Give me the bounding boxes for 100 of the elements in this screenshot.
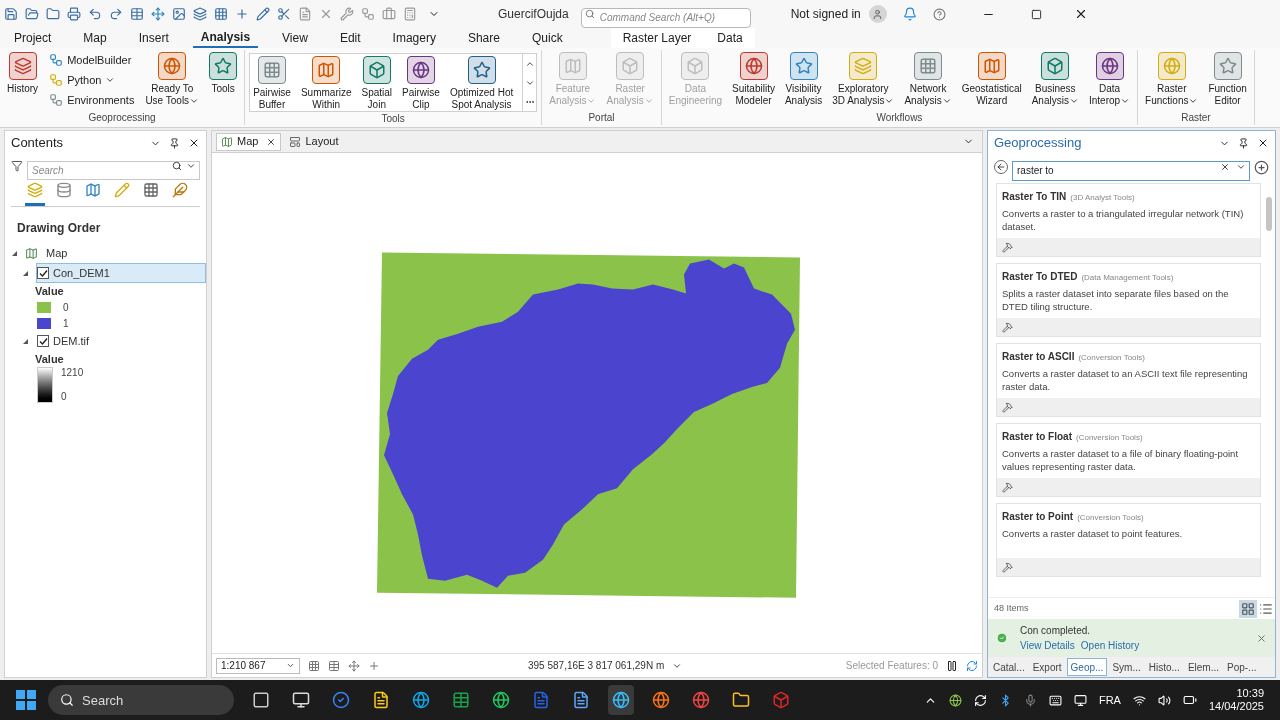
search-field[interactable]: Search — [27, 160, 200, 180]
quick-access-icon[interactable] — [151, 7, 165, 21]
ribbon-tab[interactable]: View — [274, 28, 316, 48]
quick-access-icon[interactable] — [88, 7, 102, 21]
notification-link[interactable]: View Details — [1020, 638, 1075, 653]
taskbar-search-field[interactable]: Search — [48, 685, 234, 715]
input-language[interactable]: FRA — [1098, 691, 1121, 709]
ribbon-button[interactable]: Tools — [206, 50, 241, 95]
display-icon[interactable] — [1073, 693, 1087, 707]
quick-access-icon[interactable] — [403, 7, 417, 21]
close-tab-icon[interactable] — [266, 136, 277, 147]
quick-access-icon[interactable] — [361, 7, 375, 21]
pause-icon[interactable] — [946, 659, 958, 672]
quick-access-icon[interactable] — [319, 7, 333, 21]
volume-icon[interactable] — [1157, 693, 1171, 707]
tool-search-field[interactable]: raster to — [1012, 160, 1250, 181]
tray-app-icon[interactable] — [948, 693, 962, 707]
navigate-icon[interactable] — [348, 659, 360, 672]
ribbon-button[interactable]: Geostatistical Wizard — [958, 50, 1025, 107]
gallery-tool-button[interactable]: Summarize Within — [297, 54, 355, 111]
sync-icon[interactable] — [973, 693, 987, 707]
ribbon-button[interactable]: Raster Functions — [1142, 50, 1202, 107]
notification-link[interactable]: Open History — [1080, 638, 1140, 653]
ribbon-button[interactable]: Data Interop — [1085, 50, 1134, 107]
tool-result-card[interactable]: Raster To TIN (3D Analyst Tools) Converts a raster to a triangulated irregular network (TIN) dataset. — [996, 183, 1261, 257]
pane-tab[interactable]: Histo... — [1145, 658, 1183, 676]
pane-tab[interactable]: Geop... — [1066, 658, 1108, 676]
ribbon-button[interactable]: Network Analysis — [901, 50, 955, 107]
tree-item[interactable]: Map — [42, 244, 72, 262]
taskbar-app-icon[interactable] — [608, 685, 634, 715]
network-icon[interactable] — [1132, 693, 1146, 707]
layer-row[interactable]: Con_DEM1 — [36, 263, 206, 283]
grid-view-icon[interactable] — [1239, 599, 1257, 618]
grid-icon[interactable] — [308, 659, 320, 672]
table-icon[interactable] — [328, 659, 340, 672]
ribbon-button[interactable]: Business Analysis — [1028, 50, 1082, 107]
quick-access-icon[interactable] — [193, 7, 207, 21]
quick-access-icon[interactable] — [25, 7, 39, 21]
quick-access-icon[interactable] — [172, 7, 186, 21]
quick-access-icon[interactable] — [382, 7, 396, 21]
dismiss-icon[interactable] — [1256, 632, 1267, 644]
ribbon-button[interactable]: Ready To Use Tools — [142, 50, 203, 107]
ribbon-button[interactable]: Exploratory 3D Analysis — [829, 50, 898, 107]
layer-checkbox[interactable] — [37, 267, 49, 279]
ribbon-button[interactable]: Environments — [45, 90, 139, 110]
ribbon-tab[interactable]: Share — [459, 28, 508, 48]
ribbon-button[interactable]: Visibility Analysis — [781, 50, 826, 107]
quick-access-icon[interactable] — [46, 7, 60, 21]
pin-icon[interactable] — [169, 137, 180, 149]
help-icon[interactable] — [932, 7, 946, 21]
keyboard-icon[interactable] — [1048, 693, 1062, 707]
start-icon[interactable] — [16, 690, 36, 710]
layer-checkbox[interactable] — [37, 335, 49, 347]
add-icon[interactable] — [1254, 159, 1269, 175]
crosshair-icon[interactable] — [368, 659, 380, 672]
pane-tab[interactable]: Export — [1029, 658, 1065, 676]
ribbon-button[interactable]: Function Editor — [1205, 50, 1250, 107]
ribbon-tab[interactable]: Raster Layer — [618, 28, 696, 48]
ribbon-tab[interactable]: Data — [713, 28, 747, 48]
quick-access-icon[interactable] — [67, 7, 81, 21]
ribbon-tab[interactable]: Insert — [130, 28, 177, 48]
pane-tab[interactable]: Pop-... — [1224, 658, 1260, 676]
ribbon-tab[interactable]: Imagery — [384, 28, 444, 48]
quick-access-icon[interactable] — [214, 7, 228, 21]
clear-icon[interactable] — [1220, 162, 1230, 172]
quick-access-icon[interactable] — [4, 7, 18, 21]
pane-tab[interactable]: Elem... — [1184, 658, 1222, 676]
notification-icon[interactable] — [902, 7, 917, 21]
gallery-tool-button[interactable]: Optimized Hot Spot Analysis — [446, 54, 517, 111]
avatar-icon[interactable] — [868, 5, 887, 23]
ribbon-tab[interactable]: Quick — [523, 28, 571, 48]
battery-icon[interactable] — [1182, 693, 1197, 707]
tool-result-card[interactable]: Raster to ASCII (Conversion Tools) Converts a raster dataset to an ASCII text file representing raster data. — [996, 343, 1261, 417]
document-tab[interactable]: Layout — [285, 132, 343, 151]
ribbon-tab[interactable]: Project — [6, 28, 60, 48]
quick-access-icon[interactable] — [340, 7, 354, 21]
filter-icon[interactable] — [11, 160, 23, 172]
quick-access-icon[interactable] — [298, 7, 312, 21]
ribbon-button[interactable]: Suitability Modeler — [729, 50, 778, 107]
ribbon-button[interactable]: Python — [45, 70, 139, 90]
tool-result-card[interactable]: Raster To DTED (Data Management Tools) Splits a raster dataset into separate files based on the DTED tiling structure. — [996, 263, 1261, 337]
ribbon-tab[interactable]: Map — [75, 28, 115, 48]
scale-field[interactable]: 1:210 867 — [216, 657, 300, 674]
microphone-icon[interactable] — [1023, 693, 1037, 707]
quick-access-icon[interactable] — [256, 7, 270, 21]
command-search-field[interactable]: Command Search (Alt+Q) — [580, 7, 751, 28]
restore-icon[interactable] — [1030, 8, 1042, 20]
quick-access-icon[interactable] — [109, 7, 123, 21]
gallery-tool-button[interactable]: Spatial Join — [358, 54, 396, 111]
refresh-icon[interactable] — [966, 659, 978, 672]
pane-tab[interactable]: Catal... — [990, 658, 1028, 676]
document-tab[interactable]: Map — [216, 132, 282, 151]
pin-icon[interactable] — [1238, 137, 1249, 149]
quick-access-icon[interactable] — [130, 7, 144, 21]
close-icon[interactable] — [188, 137, 200, 149]
close-icon[interactable] — [1257, 137, 1269, 149]
layer-row[interactable]: DEM.tif — [36, 331, 206, 351]
gallery-tool-button[interactable]: Pairwise Clip — [399, 54, 443, 111]
quick-access-icon[interactable] — [277, 7, 291, 21]
ribbon-button[interactable]: History — [4, 50, 42, 95]
